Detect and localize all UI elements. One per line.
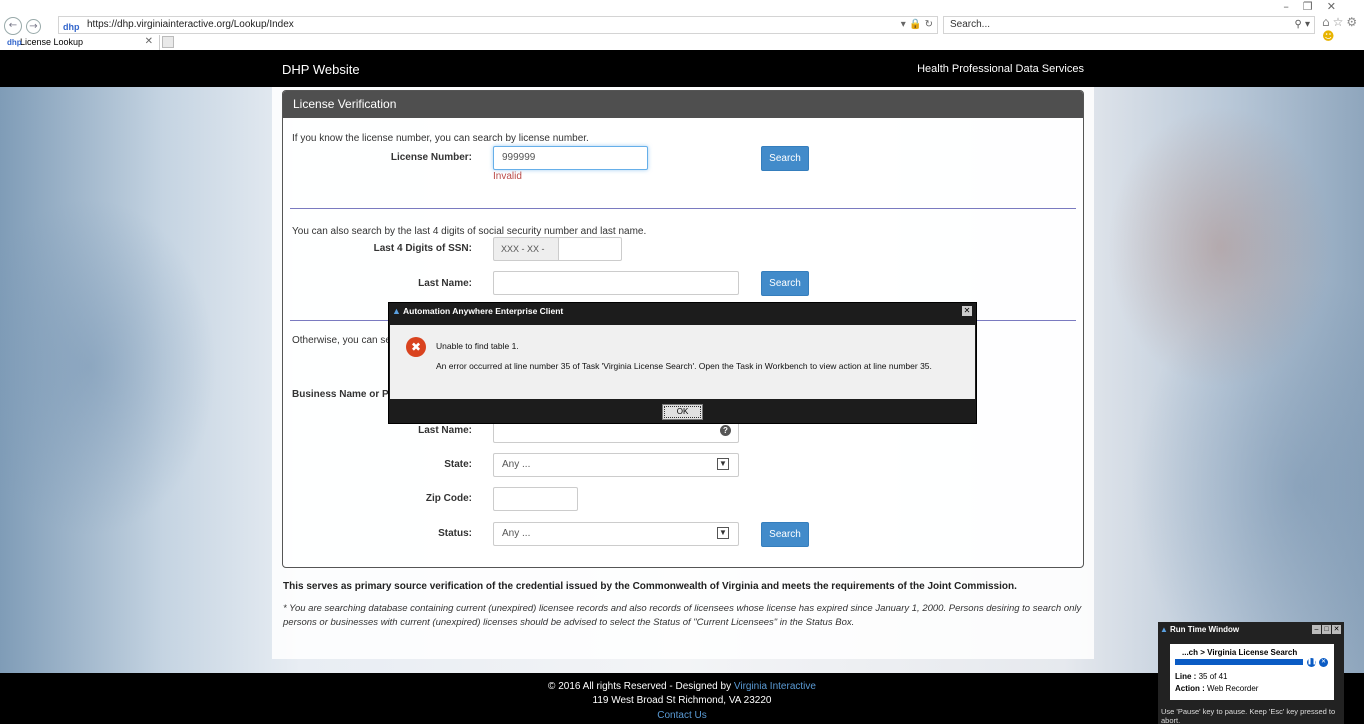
database-note: * You are searching database containing … — [283, 603, 1082, 628]
dialog-ok-button[interactable]: OK — [662, 404, 703, 420]
zip-code-input[interactable] — [493, 487, 578, 511]
section1-intro: If you know the license number, you can … — [292, 133, 589, 144]
business-name-label: Business Name or P — [292, 389, 389, 400]
section3-intro: Otherwise, you can se — [292, 335, 391, 346]
site-header: DHP Website Health Professional Data Ser… — [0, 50, 1364, 87]
license-number-error: Invalid — [493, 171, 522, 182]
dialog-title: Automation Anywhere Enterprise Client — [403, 306, 564, 316]
window-controls: –❐✕ — [1283, 0, 1350, 13]
card-heading: License Verification — [283, 91, 1083, 118]
pause-icon[interactable]: ❚❚ — [1307, 658, 1317, 667]
runtime-title: Run Time Window — [1170, 625, 1240, 634]
feedback-smiley-icon[interactable]: ☻ — [1322, 29, 1338, 43]
section-divider-1 — [290, 208, 1076, 209]
last-name-3-label: Last Name: — [418, 425, 472, 436]
state-select[interactable]: Any ... — [493, 453, 739, 477]
site-favicon-icon: dhp — [63, 22, 80, 32]
last-name-label: Last Name: — [418, 278, 472, 289]
section2-intro: You can also search by the last 4 digits… — [292, 226, 647, 237]
gear-icon[interactable]: ⚙ — [1346, 15, 1360, 29]
error-icon: ✖ — [406, 337, 426, 357]
runtime-action-value: Web Recorder — [1207, 684, 1259, 693]
chevron-down-icon[interactable]: ▼ — [717, 458, 729, 470]
site-title[interactable]: DHP Website — [282, 62, 360, 77]
address-url: https://dhp.virginiainteractive.org/Look… — [87, 19, 294, 30]
status-select[interactable]: Any ... — [493, 522, 739, 546]
tab-close-icon[interactable]: ✕ — [145, 35, 153, 49]
search-ssn-button[interactable]: Search — [761, 271, 809, 296]
last-name-input[interactable] — [493, 271, 739, 295]
close-window-icon[interactable]: ✕ — [1327, 0, 1350, 13]
runtime-action-label: Action : — [1175, 684, 1205, 693]
dialog-message-2: An error occurred at line number 35 of T… — [436, 361, 932, 371]
runtime-line-value: 35 of 41 — [1198, 672, 1228, 681]
minimize-icon[interactable]: – — [1283, 0, 1303, 13]
forward-button[interactable]: → — [26, 19, 41, 34]
dialog-titlebar[interactable]: ▲ Automation Anywhere Enterprise Client — [389, 303, 976, 319]
verification-note: This serves as primary source verificati… — [283, 581, 1017, 592]
restore-icon[interactable]: □ — [1322, 625, 1331, 634]
home-icon[interactable]: ⌂ — [1322, 15, 1333, 29]
runtime-status-panel: ...ch > Virginia License Search ❚❚ ✕ Lin… — [1170, 644, 1334, 700]
address-bar[interactable]: dhp https://dhp.virginiainteractive.org/… — [58, 16, 938, 34]
ssn-label: Last 4 Digits of SSN: — [373, 243, 472, 254]
error-dialog: ▲ Automation Anywhere Enterprise Client … — [388, 302, 977, 424]
dialog-body: ✖ Unable to find table 1. An error occur… — [390, 325, 975, 399]
tab-title: License Lookup — [20, 37, 84, 47]
browser-search-placeholder: Search... — [950, 19, 991, 30]
restore-icon[interactable]: ❐ — [1303, 0, 1327, 13]
runtime-line: Line : 35 of 41 — [1175, 672, 1228, 681]
toolbar-icons: ⌂☆⚙ ☻ — [1322, 15, 1364, 43]
search-business-button[interactable]: Search — [761, 522, 809, 547]
search-license-button[interactable]: Search — [761, 146, 809, 171]
help-question-icon[interactable]: ? — [720, 425, 731, 436]
minimize-icon[interactable]: – — [1312, 625, 1321, 634]
zip-code-label: Zip Code: — [425, 493, 472, 504]
tab-favicon-icon: dhp — [7, 38, 22, 47]
search-icon[interactable]: ⚲ ▾ — [1294, 17, 1310, 33]
status-label: Status: — [438, 528, 472, 539]
browser-tab[interactable]: dhp License Lookup ✕ — [4, 35, 160, 50]
runtime-task-name: ...ch > Virginia License Search — [1182, 648, 1298, 657]
ssn-last4-input[interactable] — [558, 237, 622, 261]
back-button[interactable]: ← — [4, 17, 22, 35]
runtime-action: Action : Web Recorder — [1175, 684, 1258, 693]
run-time-window: ▲ Run Time Window – □ ✕ ...ch > Virginia L… — [1158, 622, 1344, 724]
new-tab-button[interactable] — [162, 36, 174, 48]
favorites-star-icon[interactable]: ☆ — [1333, 15, 1347, 29]
footer-copyright: © 2016 All rights Reserved - Designed by — [548, 681, 732, 692]
dialog-message-1: Unable to find table 1. — [436, 341, 519, 351]
footer-designer-link[interactable]: Virginia Interactive — [734, 681, 816, 692]
automation-anywhere-logo-icon: ▲ — [392, 306, 401, 316]
automation-anywhere-logo-icon: ▲ — [1160, 625, 1168, 634]
dialog-close-icon[interactable]: ✕ — [962, 306, 972, 316]
header-link-data-services[interactable]: Health Professional Data Services — [917, 63, 1084, 75]
license-number-label: License Number: — [390, 152, 472, 163]
stop-icon[interactable]: ✕ — [1319, 658, 1328, 667]
runtime-hint: Use 'Pause' key to pause. Keep 'Esc' key… — [1161, 707, 1336, 724]
browser-search-box[interactable]: Search... ⚲ ▾ — [943, 16, 1315, 34]
close-icon[interactable]: ✕ — [1332, 625, 1341, 634]
browser-chrome: ← → dhp https://dhp.virginiainteractive.… — [0, 0, 1364, 50]
runtime-line-label: Line : — [1175, 672, 1197, 681]
chevron-down-icon[interactable]: ▼ — [717, 527, 729, 539]
runtime-progress-bar — [1175, 659, 1303, 665]
address-tools-icon[interactable]: ▾ 🔒 ↻ — [901, 17, 933, 33]
state-label: State: — [444, 459, 472, 470]
runtime-window-buttons: – □ ✕ — [1311, 625, 1341, 634]
ssn-prefix: XXX - XX - — [493, 237, 559, 261]
license-number-input[interactable]: 999999 — [493, 146, 648, 170]
